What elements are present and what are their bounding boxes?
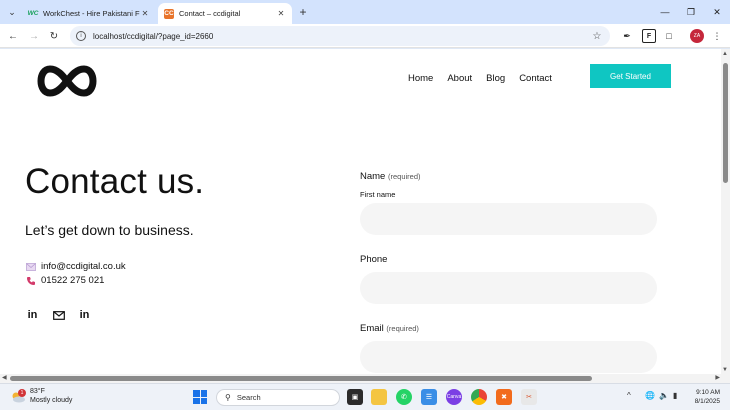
contact-phone-link[interactable]: 01522 275 021 [41, 275, 104, 286]
url-text[interactable]: localhost/ccdigital/?page_id=2660 [93, 32, 590, 41]
taskbar-search-placeholder: Search [236, 393, 261, 402]
taskbar-clock[interactable]: 9:10 AM 8/1/2025 [695, 388, 720, 406]
tray-chevron-icon[interactable]: ^ [627, 391, 631, 400]
scroll-up-icon[interactable]: ▲ [722, 51, 728, 57]
linkedin-icon[interactable]: in [26, 309, 39, 321]
window-controls: — ❐ ✕ [652, 0, 730, 24]
browser-tab-strip: ⌄ WC WorkChest - Hire Pakistani Free ✕ C… [0, 0, 730, 24]
chrome-icon[interactable] [471, 389, 487, 405]
weather-widget[interactable]: 1 83°F Mostly cloudy [10, 387, 72, 405]
email-input[interactable] [360, 341, 657, 373]
contact-email-row: info@ccdigital.co.uk [26, 261, 126, 272]
windows-start-icon[interactable] [193, 390, 207, 404]
vertical-scrollbar[interactable]: ▲ ▼ [721, 49, 730, 374]
nav-contact-link[interactable]: Contact [519, 73, 552, 84]
first-name-label: First name [360, 190, 396, 199]
page-title: Contact us. [25, 162, 205, 201]
tab-title: Contact – ccdigital [179, 9, 241, 18]
envelope-icon [26, 262, 36, 272]
tab-title: WorkChest - Hire Pakistani Free [43, 9, 140, 18]
page-subtitle: Let’s get down to business. [25, 222, 194, 238]
pen-extension-icon[interactable]: ✒ [620, 29, 634, 43]
menu-kebab-icon[interactable]: ⋮ [710, 29, 724, 43]
site-info-icon[interactable]: i [76, 31, 86, 41]
vertical-scroll-thumb[interactable] [723, 63, 728, 183]
get-started-button[interactable]: Get Started [590, 64, 671, 88]
nav-about-link[interactable]: About [447, 73, 472, 84]
weather-temp: 83°F [30, 388, 45, 395]
battery-icon[interactable]: ▮ [673, 391, 677, 400]
linkedin-icon[interactable]: in [78, 309, 91, 321]
web-page: Home About Blog Contact Get Started Cont… [0, 49, 721, 374]
mail-icon[interactable] [52, 309, 65, 321]
back-arrow-icon[interactable]: ← [5, 28, 21, 44]
social-links: in in [26, 309, 91, 321]
site-logo-icon[interactable] [33, 63, 101, 104]
horizontal-scrollbar[interactable]: ◀ ▶ [0, 374, 730, 383]
tab-search-chevron-icon[interactable]: ⌄ [4, 4, 20, 20]
windows-taskbar: 1 83°F Mostly cloudy ⚲ Search ▣ ✆ ☰ Canv… [0, 383, 730, 410]
horizontal-scroll-thumb[interactable] [10, 376, 592, 381]
close-tab-icon[interactable]: ✕ [140, 9, 150, 18]
nav-home-link[interactable]: Home [408, 73, 433, 84]
bookmark-star-icon[interactable]: ☆ [590, 31, 604, 42]
ccdigital-icon: CC [164, 8, 174, 19]
browser-toolbar: ← → ↻ i localhost/ccdigital/?page_id=266… [0, 24, 730, 48]
xampp-icon[interactable]: ✖ [496, 389, 512, 405]
snipping-tool-icon[interactable]: ✂ [521, 389, 537, 405]
file-explorer-icon[interactable] [371, 389, 387, 405]
minimize-icon[interactable]: — [652, 0, 678, 24]
scroll-right-icon[interactable]: ▶ [715, 374, 720, 381]
workchest-icon: WC [27, 10, 39, 17]
profile-avatar-icon[interactable]: ZA [690, 29, 704, 43]
whatsapp-icon[interactable]: ✆ [396, 389, 412, 405]
email-label: Email (required) [360, 323, 419, 334]
phone-icon [26, 276, 36, 286]
cloud-sun-icon: 1 [10, 389, 26, 403]
volume-icon[interactable]: 🔈 [659, 391, 669, 400]
font-extension-icon[interactable]: F [642, 29, 656, 43]
clock-time: 9:10 AM [696, 389, 720, 396]
extensions-puzzle-icon[interactable]: □ [662, 29, 676, 43]
new-tab-button[interactable]: + [296, 5, 310, 19]
scroll-down-icon[interactable]: ▼ [722, 367, 728, 373]
address-bar[interactable]: i localhost/ccdigital/?page_id=2660 ☆ [70, 26, 610, 46]
nav-blog-link[interactable]: Blog [486, 73, 505, 84]
reload-icon[interactable]: ↻ [46, 28, 62, 44]
phone-input[interactable] [360, 272, 657, 304]
clock-date: 8/1/2025 [694, 398, 720, 405]
task-view-icon[interactable]: ▣ [347, 389, 363, 405]
contact-phone-row: 01522 275 021 [26, 275, 104, 286]
tab-workchest[interactable]: WC WorkChest - Hire Pakistani Free ✕ [22, 3, 156, 24]
scroll-left-icon[interactable]: ◀ [2, 374, 7, 381]
first-name-input[interactable] [360, 203, 657, 235]
network-icon[interactable]: 🌐 [645, 391, 655, 400]
tab-contact[interactable]: CC Contact – ccdigital ✕ [158, 3, 292, 24]
weather-badge: 1 [18, 389, 26, 397]
close-window-icon[interactable]: ✕ [704, 0, 730, 24]
forward-arrow-icon[interactable]: → [26, 28, 42, 44]
name-label: Name (required) [360, 171, 421, 182]
weather-desc: Mostly cloudy [30, 397, 73, 404]
phone-label: Phone [360, 254, 388, 265]
contact-email-link[interactable]: info@ccdigital.co.uk [41, 261, 126, 272]
notepad-icon[interactable]: ☰ [421, 389, 437, 405]
canva-icon[interactable]: Canva [446, 389, 462, 405]
site-nav: Home About Blog Contact [408, 73, 552, 84]
taskbar-search-box[interactable]: ⚲ Search [216, 389, 340, 406]
search-icon: ⚲ [225, 393, 231, 402]
restore-icon[interactable]: ❐ [678, 0, 704, 24]
close-tab-icon[interactable]: ✕ [276, 9, 286, 18]
